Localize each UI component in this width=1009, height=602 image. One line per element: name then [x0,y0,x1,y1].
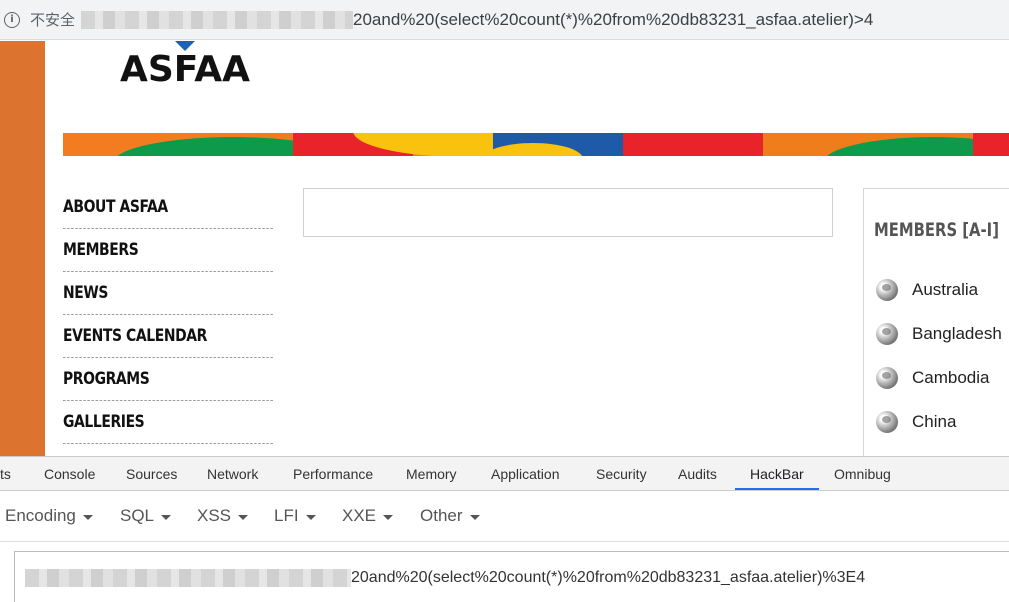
globe-icon [876,279,898,301]
caret-down-icon [82,514,93,520]
tab-performance[interactable]: Performance [293,457,373,490]
tab-elements[interactable]: ts [0,457,11,490]
xss-menu[interactable]: XSS [197,506,249,526]
main-nav: ABOUT ASFAA MEMBERS NEWS EVENTS CALENDAR… [63,186,273,444]
hackbar-url-text: 20and%20(select%20count(*)%20from%20db83… [351,568,866,586]
tab-sources[interactable]: Sources [126,457,177,490]
caret-down-icon [469,514,480,520]
tab-application[interactable]: Application [491,457,560,490]
lfi-menu[interactable]: LFI [274,506,316,526]
url-text: 20and%20(select%20count(*)%20from%20db83… [353,9,874,29]
member-cambodia[interactable]: Cambodia [876,367,990,389]
security-label: 不安全 [30,12,76,29]
member-china[interactable]: China [876,411,956,433]
globe-icon [876,411,898,433]
logo-text: ASFAA [120,49,250,90]
sql-menu[interactable]: SQL [120,506,172,526]
redacted-url-part [25,568,351,587]
other-menu[interactable]: Other [420,506,480,526]
nav-news[interactable]: NEWS [63,272,273,315]
nav-events-calendar[interactable]: EVENTS CALENDAR [63,315,273,358]
content-box [303,188,833,237]
hackbar-input-area: 20and%20(select%20count(*)%20from%20db83… [0,543,1009,602]
web-page: ASFAA ABOUT ASFAA MEMBERS NEWS EVENTS CA… [0,41,1009,456]
devtools-tabbar: ts Console Sources Network Performance M… [0,456,1009,491]
tab-omnibug[interactable]: Omnibug [834,457,891,490]
tab-security[interactable]: Security [596,457,647,490]
nav-programs[interactable]: PROGRAMS [63,358,273,401]
members-panel: MEMBERS [A-I] Australia Bangladesh Cambo… [863,188,1009,456]
side-color-bar [0,41,45,456]
encoding-menu[interactable]: Encoding [5,506,93,526]
active-tab-indicator [735,488,819,490]
member-bangladesh[interactable]: Bangladesh [876,323,1002,345]
color-banner [63,133,1009,156]
url-field[interactable]: 20and%20(select%20count(*)%20from%20db83… [81,10,873,30]
members-title: MEMBERS [A-I] [874,219,999,241]
xxe-menu[interactable]: XXE [342,506,394,526]
globe-icon [876,367,898,389]
caret-down-icon [238,514,249,520]
tab-memory[interactable]: Memory [406,457,457,490]
redacted-url-part [81,10,354,29]
hackbar-url-input[interactable]: 20and%20(select%20count(*)%20from%20db83… [14,551,1009,602]
globe-icon [876,323,898,345]
tab-network[interactable]: Network [207,457,258,490]
caret-down-icon [305,514,316,520]
tab-audits[interactable]: Audits [678,457,717,490]
asfaa-logo[interactable]: ASFAA [85,41,285,91]
tab-hackbar[interactable]: HackBar [750,457,804,490]
nav-galleries[interactable]: GALLERIES [63,401,273,444]
tab-console[interactable]: Console [44,457,95,490]
address-bar[interactable]: i 不安全 20and%20(select%20count(*)%20from%… [0,0,1009,40]
member-australia[interactable]: Australia [876,279,978,301]
hackbar-toolbar: Encoding SQL XSS LFI XXE Other [0,492,1009,542]
nav-about[interactable]: ABOUT ASFAA [63,186,273,229]
nav-members[interactable]: MEMBERS [63,229,273,272]
caret-down-icon [161,514,172,520]
info-icon[interactable]: i [4,11,20,28]
caret-down-icon [383,514,394,520]
